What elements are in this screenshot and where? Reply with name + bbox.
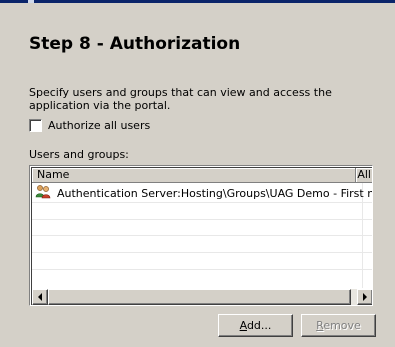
remove-button[interactable]: Remove <box>301 314 376 337</box>
list-item-name: Authentication Server:Hosting\Groups\UAG… <box>57 187 373 200</box>
scrollbar-thumb[interactable] <box>48 289 351 305</box>
grid-line <box>32 235 372 236</box>
list-header: Name All <box>32 168 372 183</box>
grid-line <box>32 252 372 253</box>
wizard-header: Step 8 - Authorization <box>0 3 395 69</box>
users-groups-label: Users and groups: <box>29 148 129 161</box>
add-button-label: Add... <box>239 319 272 332</box>
column-header-name[interactable]: Name <box>32 168 357 183</box>
step-description: Specify users and groups that can view a… <box>29 86 332 112</box>
list-item[interactable]: Authentication Server:Hosting\Groups\UAG… <box>35 184 373 203</box>
group-icon <box>35 184 51 203</box>
arrow-left-icon[interactable] <box>32 289 48 305</box>
add-button[interactable]: Add... <box>218 314 293 337</box>
authorize-all-checkbox[interactable] <box>29 118 42 132</box>
arrow-right-icon[interactable] <box>357 289 372 305</box>
grid-line <box>32 219 372 220</box>
horizontal-scrollbar[interactable] <box>32 289 372 305</box>
authorize-all-label[interactable]: Authorize all users <box>48 119 150 132</box>
grid-line <box>32 202 372 203</box>
users-groups-list[interactable]: Name All Authentication Server:Hosting\G… <box>29 165 373 306</box>
grid-line <box>32 269 372 270</box>
remove-button-label: Remove <box>316 319 361 332</box>
column-header-all[interactable]: All <box>356 168 372 183</box>
page-title: Step 8 - Authorization <box>29 34 241 54</box>
authorize-all-users-option[interactable]: Authorize all users <box>29 118 150 132</box>
